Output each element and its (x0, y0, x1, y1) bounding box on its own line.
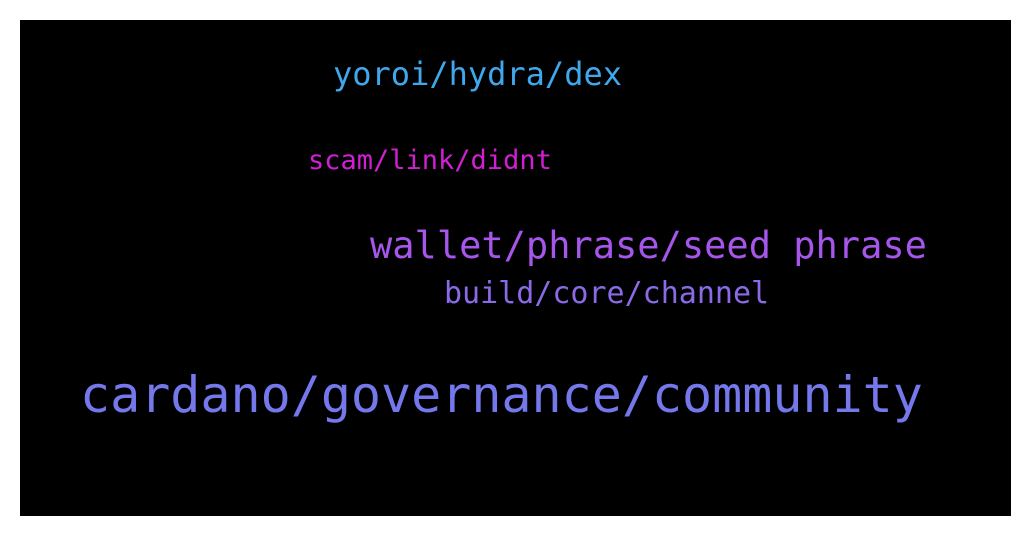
term-build-core-channel: build/core/channel (444, 276, 770, 311)
term-wallet-phrase-seed-phrase: wallet/phrase/seed phrase (370, 224, 927, 267)
term-yoroi-hydra-dex: yoroi/hydra/dex (333, 55, 622, 93)
term-scam-link-didnt: scam/link/didnt (308, 145, 552, 176)
word-cloud: yoroi/hydra/dex scam/link/didnt wallet/p… (20, 20, 1011, 516)
term-cardano-governance-community: cardano/governance/community (80, 366, 923, 424)
